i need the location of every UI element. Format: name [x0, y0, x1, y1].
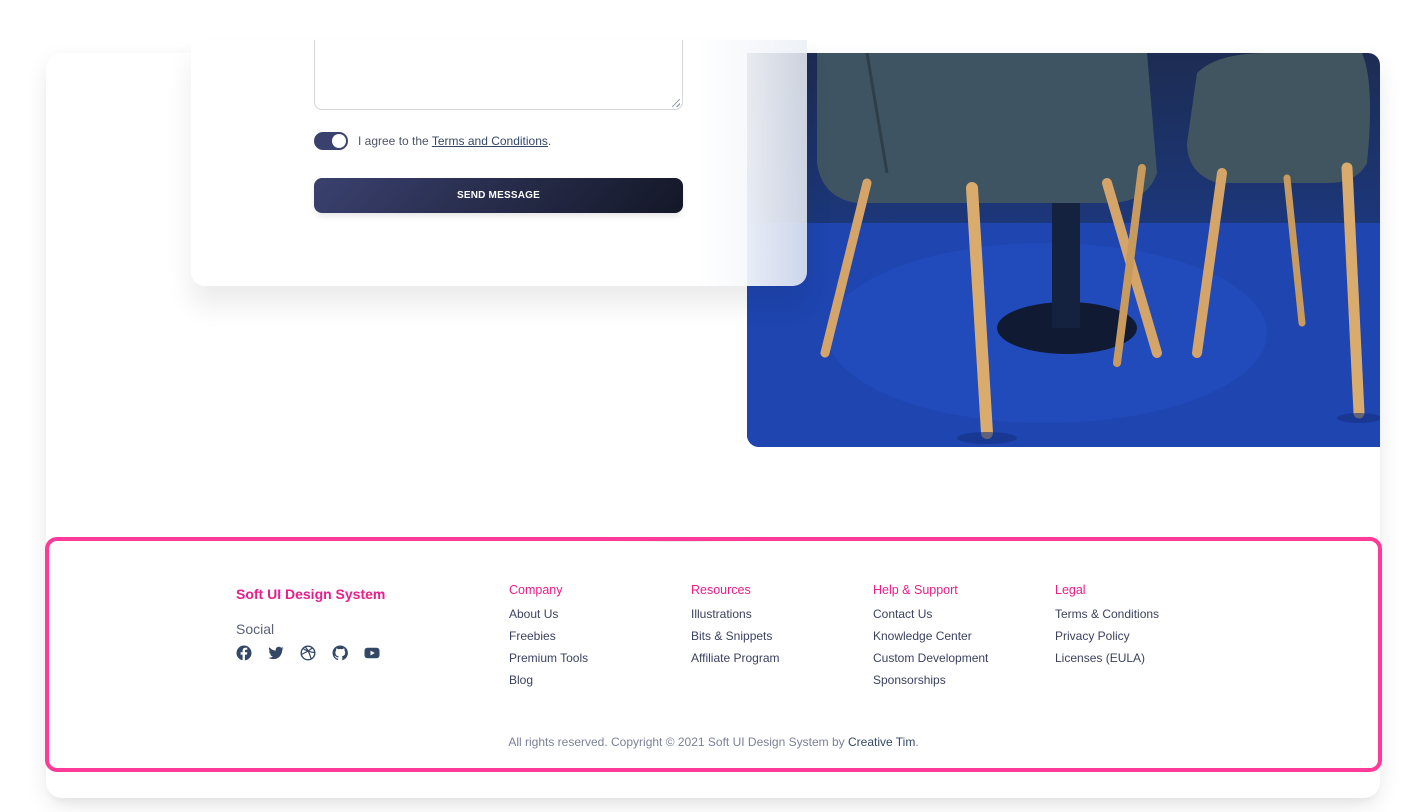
facebook-icon[interactable] [236, 645, 252, 661]
agree-prefix: I agree to the [358, 134, 429, 148]
footer-column-legal: Legal Terms & Conditions Privacy Policy … [1055, 583, 1159, 671]
twitter-icon[interactable] [268, 645, 284, 661]
chairs-photo [747, 53, 1380, 447]
github-icon[interactable] [332, 645, 348, 661]
column-title: Company [509, 583, 563, 597]
column-title: Resources [691, 583, 751, 597]
agree-suffix: . [547, 134, 552, 148]
copyright-end: . [915, 735, 919, 749]
copyright-body: All rights reserved. Copyright © 2021 So… [508, 735, 845, 749]
contact-form-card: I agree to the Terms and Conditions. SEN… [191, 40, 807, 286]
footer-link-terms-conditions[interactable]: Terms & Conditions [1055, 605, 1159, 627]
send-message-button[interactable]: SEND MESSAGE [314, 178, 683, 213]
youtube-icon[interactable] [364, 645, 380, 661]
footer-brand[interactable]: Soft UI Design System [236, 586, 385, 602]
footer-link-privacy-policy[interactable]: Privacy Policy [1055, 627, 1159, 649]
footer-link-bits-snippets[interactable]: Bits & Snippets [691, 627, 779, 649]
terms-agreement-text: I agree to the Terms and Conditions. [358, 134, 551, 148]
footer-link-illustrations[interactable]: Illustrations [691, 605, 779, 627]
footer-column-resources: Resources Illustrations Bits & Snippets … [691, 583, 779, 671]
toggle-knob [332, 134, 346, 148]
terms-toggle[interactable] [314, 132, 348, 150]
footer-link-contact-us[interactable]: Contact Us [873, 605, 988, 627]
footer-link-sponsorships[interactable]: Sponsorships [873, 671, 988, 693]
social-icons [236, 645, 380, 661]
section-divider [600, 541, 760, 542]
creative-tim-link[interactable]: Creative Tim [848, 735, 915, 749]
dribbble-icon[interactable] [300, 645, 316, 661]
resize-grip-icon[interactable] [672, 99, 680, 107]
footer-link-affiliate-program[interactable]: Affiliate Program [691, 649, 779, 671]
terms-link[interactable]: Terms and Conditions [432, 134, 548, 148]
footer-link-knowledge-center[interactable]: Knowledge Center [873, 627, 988, 649]
column-title: Legal [1055, 583, 1086, 597]
column-title: Help & Support [873, 583, 958, 597]
footer-link-blog[interactable]: Blog [509, 671, 588, 693]
copyright-text: All rights reserved. Copyright © 2021 So… [0, 735, 1427, 749]
footer-link-premium-tools[interactable]: Premium Tools [509, 649, 588, 671]
footer-link-about-us[interactable]: About Us [509, 605, 588, 627]
footer-link-licenses[interactable]: Licenses (EULA) [1055, 649, 1159, 671]
footer-column-company: Company About Us Freebies Premium Tools … [509, 583, 588, 693]
message-textarea[interactable] [314, 40, 683, 110]
footer-link-freebies[interactable]: Freebies [509, 627, 588, 649]
footer-link-custom-development[interactable]: Custom Development [873, 649, 988, 671]
social-heading: Social [236, 621, 275, 637]
footer-column-help-support: Help & Support Contact Us Knowledge Cent… [873, 583, 988, 693]
